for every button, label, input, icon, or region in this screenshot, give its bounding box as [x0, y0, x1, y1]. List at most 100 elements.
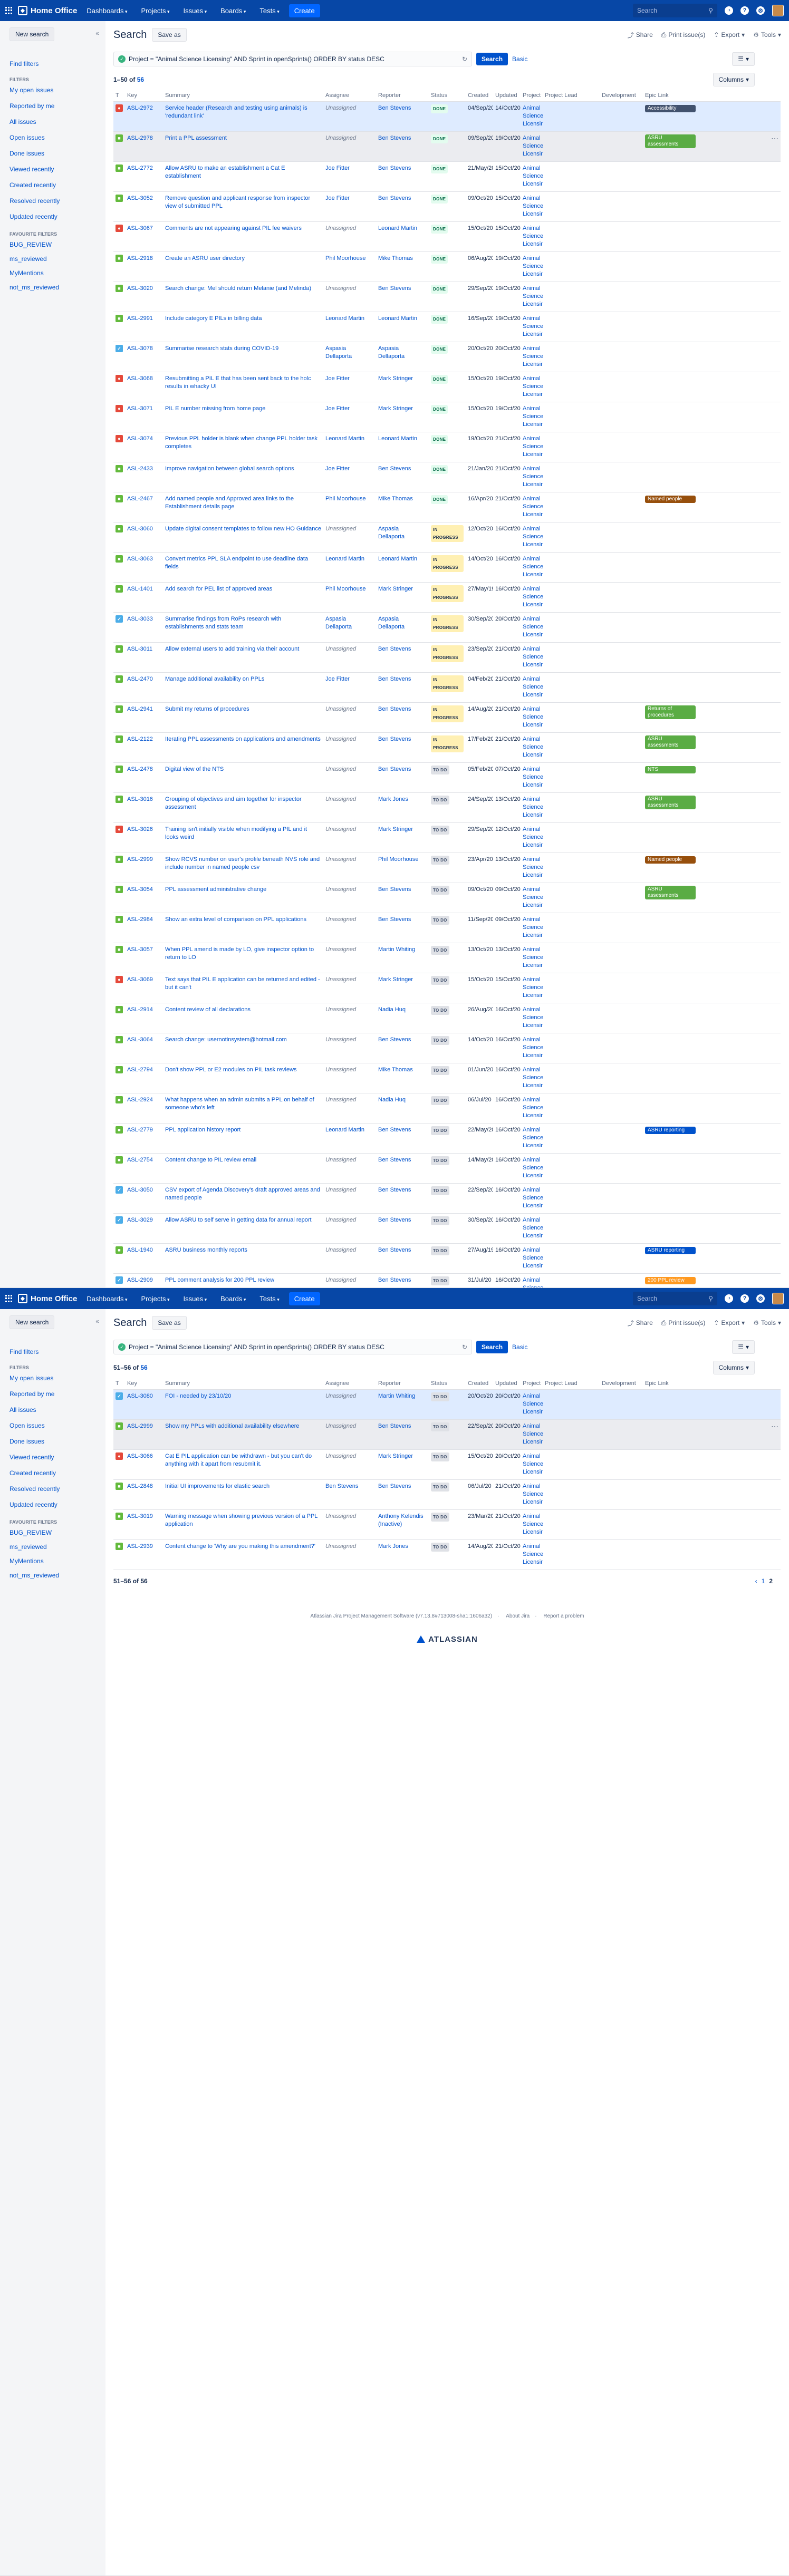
issue-summary-link[interactable]: Summarise findings from RoPs research wi…: [165, 616, 281, 630]
reporter[interactable]: Ben Stevens: [378, 1423, 411, 1429]
settings-gear-icon[interactable]: ⚙: [756, 6, 765, 15]
print-button[interactable]: ⎙ Print issue(s): [661, 31, 706, 39]
assignee[interactable]: Leonard Martin: [325, 556, 364, 562]
issue-summary-link[interactable]: Iterating PPL assessments on application…: [165, 736, 321, 742]
project-link[interactable]: Animal Science Licensing: [523, 315, 543, 337]
issue-key-link[interactable]: ASL-2978: [127, 135, 153, 141]
issue-key-link[interactable]: ASL-2467: [127, 496, 153, 502]
reporter[interactable]: Ben Stevens: [378, 1483, 411, 1489]
favourite-filter-item[interactable]: not_ms_reviewed: [9, 283, 96, 293]
epic-link-badge[interactable]: NTS: [645, 766, 696, 773]
reporter[interactable]: Ben Stevens: [378, 285, 411, 292]
assignee[interactable]: Phil Moorhouse: [325, 496, 365, 502]
issue-row[interactable]: ● ASL-3068 Resubmitting a PIL E that has…: [113, 372, 781, 402]
issue-row[interactable]: ■ ASL-3054 PPL assessment administrative…: [113, 883, 781, 913]
project-link[interactable]: Animal Science Licensing: [523, 466, 543, 488]
epic-link-badge[interactable]: ASRU reporting: [645, 1126, 696, 1134]
issue-summary-link[interactable]: Grouping of objectives and aim together …: [165, 796, 302, 810]
reporter[interactable]: Aspasia Dellaporta: [378, 345, 405, 360]
issue-key-link[interactable]: ASL-3026: [127, 826, 153, 832]
issue-key-link[interactable]: ASL-3071: [127, 405, 153, 412]
project-link[interactable]: Animal Science Licensing: [523, 1037, 543, 1059]
reporter[interactable]: Mark Stringer: [378, 375, 413, 382]
issue-summary-link[interactable]: Print a PPL assessment: [165, 135, 227, 141]
issue-summary-link[interactable]: Content change to 'Why are you making th…: [165, 1543, 315, 1550]
sidebar-filter-item[interactable]: Created recently: [9, 1468, 96, 1478]
issue-row[interactable]: ■ ASL-3060 Update digital consent templa…: [113, 522, 781, 553]
jql-query-input[interactable]: ✓ Project = "Animal Science Licensing" A…: [113, 52, 472, 66]
issue-key-link[interactable]: ASL-2433: [127, 466, 153, 472]
issue-summary-link[interactable]: CSV export of Agenda Discovery's draft a…: [165, 1187, 320, 1201]
nav-item[interactable]: Tests: [255, 5, 283, 17]
about-link[interactable]: About Jira: [506, 1613, 530, 1619]
issue-key-link[interactable]: ASL-3029: [127, 1217, 153, 1223]
project-link[interactable]: Animal Science Licensing: [523, 255, 543, 277]
issue-row[interactable]: ■ ASL-2999 Show my PPLs with additional …: [113, 1419, 781, 1450]
sidebar-filter-item[interactable]: All issues: [9, 117, 96, 127]
issue-summary-link[interactable]: Content change to PIL review email: [165, 1157, 256, 1163]
sidebar-filter-item[interactable]: Resolved recently: [9, 196, 96, 206]
reporter[interactable]: Ben Stevens: [378, 1187, 411, 1193]
sidebar-filter-item[interactable]: All issues: [9, 1405, 96, 1415]
assignee[interactable]: Joe Fitter: [325, 676, 350, 682]
issue-row[interactable]: ✓ ASL-3033 Summarise findings from RoPs …: [113, 612, 781, 643]
reporter[interactable]: Aspasia Dellaporta: [378, 526, 405, 540]
project-link[interactable]: Animal Science Licensing: [523, 1157, 543, 1179]
issue-key-link[interactable]: ASL-3067: [127, 225, 153, 231]
issue-summary-link[interactable]: Allow ASRU to make an establishment a Ca…: [165, 165, 285, 179]
issue-summary-link[interactable]: Create an ASRU user directory: [165, 255, 245, 262]
issue-row[interactable]: ✓ ASL-3078 Summarise research stats duri…: [113, 342, 781, 372]
project-link[interactable]: Animal Science Licensing: [523, 586, 543, 608]
issue-key-link[interactable]: ASL-2999: [127, 1423, 153, 1429]
issue-summary-link[interactable]: Allow external users to add training via…: [165, 646, 299, 652]
issue-row[interactable]: ■ ASL-1940 ASRU business monthly reports…: [113, 1243, 781, 1274]
issue-row[interactable]: ■ ASL-3057 When PPL amend is made by LO,…: [113, 943, 781, 973]
issue-key-link[interactable]: ASL-2848: [127, 1483, 153, 1489]
issue-key-link[interactable]: ASL-2972: [127, 105, 153, 111]
epic-link-badge[interactable]: Accessibility: [645, 104, 696, 112]
reporter[interactable]: Ben Stevens: [378, 195, 411, 201]
issue-key-link[interactable]: ASL-2754: [127, 1157, 153, 1163]
sidebar-filter-item[interactable]: Updated recently: [9, 1500, 96, 1510]
project-link[interactable]: Animal Science Licensing: [523, 676, 543, 698]
nav-item[interactable]: Projects: [137, 1293, 174, 1305]
project-link[interactable]: Animal Science Licensing: [523, 1187, 543, 1209]
column-header[interactable]: Development: [600, 1378, 643, 1390]
issue-key-link[interactable]: ASL-3063: [127, 556, 153, 562]
column-header[interactable]: Created: [466, 1378, 493, 1390]
nav-item[interactable]: Dashboards: [82, 5, 131, 17]
issue-row[interactable]: ■ ASL-2772 Allow ASRU to make an establi…: [113, 161, 781, 192]
issue-key-link[interactable]: ASL-2478: [127, 766, 153, 772]
project-link[interactable]: Animal Science Licensing: [523, 1483, 543, 1505]
issue-row[interactable]: ■ ASL-2470 Manage additional availabilit…: [113, 672, 781, 703]
create-button[interactable]: Create: [288, 1292, 320, 1305]
project-link[interactable]: Animal Science Licensing: [523, 1217, 543, 1239]
nav-item[interactable]: Boards: [216, 5, 250, 17]
column-header[interactable]: Updated: [493, 90, 521, 102]
reporter[interactable]: Ben Stevens: [378, 886, 411, 893]
tools-button[interactable]: ⚙ Tools ▾: [753, 31, 781, 38]
issue-row[interactable]: ● ASL-3071 PIL E number missing from hom…: [113, 402, 781, 432]
issue-key-link[interactable]: ASL-2794: [127, 1067, 153, 1073]
jql-query-input[interactable]: ✓ Project = "Animal Science Licensing" A…: [113, 1340, 472, 1354]
column-header[interactable]: Status: [429, 1378, 466, 1390]
search-button[interactable]: Search: [476, 1341, 508, 1353]
issue-summary-link[interactable]: Show my PPLs with additional availabilit…: [165, 1423, 299, 1429]
assignee[interactable]: Ben Stevens: [325, 1483, 358, 1489]
column-header[interactable]: Epic Link: [643, 1378, 781, 1390]
sidebar-filter-item[interactable]: Reported by me: [9, 1389, 96, 1399]
assignee[interactable]: Joe Fitter: [325, 405, 350, 412]
issue-row[interactable]: ■ ASL-2978 Print a PPL assessment Unassi…: [113, 131, 781, 162]
issue-key-link[interactable]: ASL-1940: [127, 1247, 153, 1253]
epic-link-badge[interactable]: 200 PPL review: [645, 1276, 696, 1284]
issue-summary-link[interactable]: Show an extra level of comparison on PPL…: [165, 916, 306, 923]
issue-row[interactable]: ■ ASL-2999 Show RCVS number on user's pr…: [113, 853, 781, 883]
issue-key-link[interactable]: ASL-2991: [127, 315, 153, 322]
basic-mode-link[interactable]: Basic: [512, 1343, 527, 1351]
epic-link-badge[interactable]: ASRU assessments: [645, 795, 696, 809]
favourite-filter-item[interactable]: MyMentions: [9, 268, 96, 278]
sidebar-filter-item[interactable]: Updated recently: [9, 212, 96, 222]
reporter[interactable]: Mark Stringer: [378, 405, 413, 412]
project-link[interactable]: Animal Science Licensing: [523, 105, 543, 127]
report-problem-link[interactable]: Report a problem: [543, 1613, 584, 1619]
